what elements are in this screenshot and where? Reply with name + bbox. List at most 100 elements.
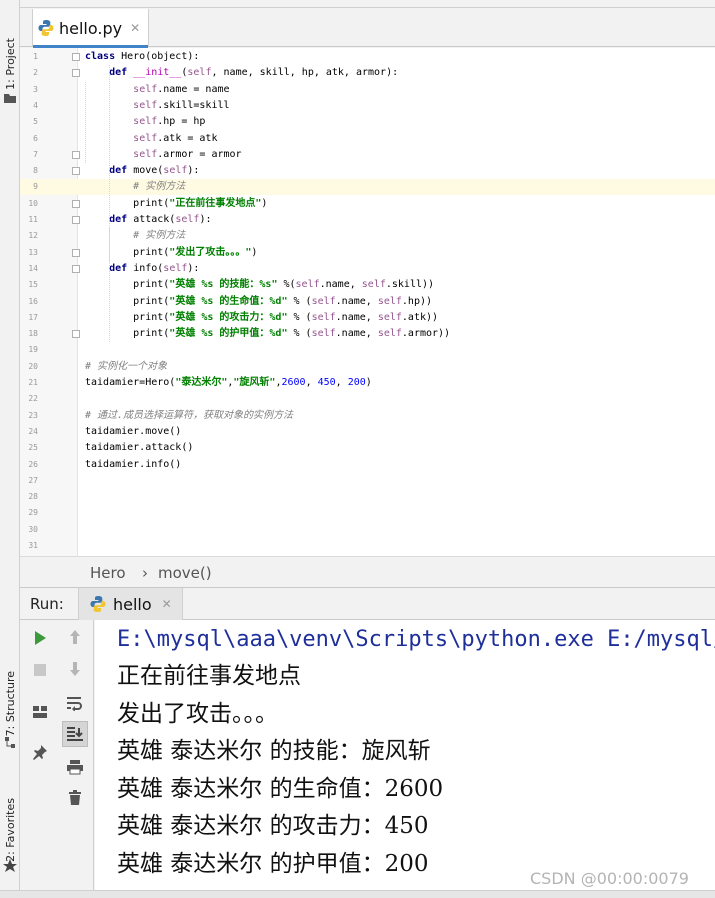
code-line: print("正在前往事发地点") (85, 196, 267, 212)
layout-icon (33, 706, 47, 718)
code-row[interactable]: def attack(self): (78, 212, 715, 228)
folder-icon (4, 94, 16, 103)
breadcrumb-method[interactable]: move() (158, 564, 212, 582)
code-row[interactable]: print("发出了攻击。。。") (78, 245, 715, 261)
code-area[interactable]: class Hero(object): def __init__(self, n… (78, 48, 715, 556)
python-file-icon (90, 596, 106, 612)
breadcrumb-class[interactable]: Hero (90, 564, 126, 582)
code-row[interactable]: print("英雄 %s 的技能：%s" %(self.name, self.s… (78, 277, 715, 293)
run-config-tab[interactable]: hello ✕ (78, 588, 183, 620)
code-row[interactable] (78, 342, 715, 358)
code-row[interactable]: # 实例化一个对象 (78, 359, 715, 375)
code-token: 200 (347, 377, 366, 388)
code-token: %( (277, 279, 296, 291)
print-button[interactable] (62, 754, 88, 780)
code-token: .name, (335, 311, 378, 323)
code-token: , (305, 377, 318, 388)
stop-button[interactable] (27, 657, 53, 683)
code-token: move( (133, 165, 164, 177)
code-row[interactable]: self.hp = hp (78, 114, 715, 130)
layout-button[interactable] (27, 699, 53, 725)
code-line: self.hp = hp (85, 114, 205, 130)
code-row[interactable]: self.skill=skill (78, 98, 715, 114)
clear-all-button[interactable] (62, 785, 88, 811)
code-editor[interactable]: 1 2 3 4 5 6 7 8 9 10 11 12 13 14 15 16 17 18 19 20 21 22 23 24 2… (20, 48, 715, 556)
code-row[interactable]: self.name = name (78, 82, 715, 98)
print-icon (67, 760, 83, 775)
code-row[interactable]: taidamier=Hero("泰达米尔","旋风斩",2600, 450, 2… (78, 375, 715, 391)
code-row[interactable] (78, 522, 715, 538)
code-token: , (335, 377, 348, 388)
code-row[interactable]: print("英雄 %s 的生命值：%d" % (self.name, self… (78, 294, 715, 310)
code-row[interactable]: taidamier.info() (78, 457, 715, 473)
code-line: class Hero(object): (85, 49, 199, 65)
line-number: 21 (28, 378, 38, 387)
ide-window: 1: Project 7: Structure 2: Favorites hel… (0, 0, 715, 898)
code-token: print( (85, 197, 170, 209)
code-row[interactable]: print("正在前往事发地点") (78, 196, 715, 212)
code-row[interactable]: self.armor = armor (78, 147, 715, 163)
navigation-bar (20, 0, 715, 8)
trash-icon (69, 790, 81, 805)
soft-wrap-button[interactable] (62, 690, 88, 716)
console-output-line: 英雄 泰达米尔 的技能：旋风斩 (117, 738, 431, 764)
code-row[interactable]: taidamier.attack() (78, 440, 715, 456)
code-token: taidamier.attack() (85, 442, 194, 454)
scroll-to-end-button[interactable] (62, 721, 88, 747)
code-row[interactable]: # 实例方法 (78, 179, 715, 196)
code-row[interactable]: def __init__(self, name, skill, hp, atk,… (78, 65, 715, 81)
line-number: 25 (28, 443, 38, 453)
rerun-button[interactable] (27, 625, 53, 651)
console-output-line: 发出了攻击。。。 (117, 701, 278, 727)
previous-occurrence-button[interactable] (62, 624, 88, 650)
console-command-line: E:\mysql\aaa\venv\Scripts\python.exe E:/… (117, 627, 715, 652)
console-output-line: 英雄 泰达米尔 的护甲值：200 (117, 851, 429, 877)
code-breadcrumb: Hero › move() (20, 556, 715, 588)
code-token: "英雄 %s 的技能：%s" (169, 279, 278, 291)
code-row[interactable] (78, 489, 715, 505)
code-row[interactable]: print("英雄 %s 的攻击力：%d" % (self.name, self… (78, 310, 715, 326)
code-token: self (133, 148, 158, 160)
code-line: # 实例方法 (85, 179, 185, 195)
line-number: 27 (28, 475, 38, 485)
code-line: taidamier.attack() (85, 440, 193, 456)
line-number-gutter: 1 2 3 4 5 6 7 8 9 10 11 12 13 14 15 16 17 18 19 20 21 22 23 24 2… (20, 48, 80, 556)
run-tab-label: hello (113, 594, 152, 614)
code-row[interactable]: taidamier.move() (78, 424, 715, 440)
code-token: self (163, 262, 188, 274)
code-row[interactable] (78, 505, 715, 521)
code-token: self (311, 328, 336, 340)
code-row[interactable]: self.atk = atk (78, 131, 715, 147)
code-token: taidamier.move() (85, 425, 182, 437)
code-row[interactable]: def move(self): (78, 163, 715, 179)
pin-button[interactable] (27, 739, 53, 765)
code-token: ) (261, 197, 268, 209)
code-token: .armor = armor (157, 148, 242, 160)
line-number: 23 (28, 410, 38, 420)
code-token: .name, (335, 295, 378, 307)
code-token: taidamier.info() (85, 458, 182, 470)
code-row[interactable]: # 通过.成员选择运算符，获取对象的实例方法 (78, 408, 715, 424)
code-row[interactable] (78, 538, 715, 554)
code-row[interactable]: class Hero(object): (78, 49, 715, 65)
next-occurrence-button[interactable] (62, 656, 88, 682)
editor-tab-hello-py[interactable]: hello.py ✕ (32, 9, 150, 48)
code-row[interactable]: print("英雄 %s 的护甲值：%d" % (self.name, self… (78, 326, 715, 342)
line-number: 1 (33, 52, 38, 61)
close-icon[interactable]: ✕ (162, 597, 172, 611)
line-number: 17 (28, 312, 38, 322)
code-line: def __init__(self, name, skill, hp, atk,… (85, 65, 398, 81)
code-row[interactable]: # 实例方法 (78, 228, 715, 244)
code-row[interactable] (78, 473, 715, 489)
indent-guide (109, 179, 110, 212)
code-line: self.skill=skill (85, 98, 229, 114)
line-number: 15 (28, 280, 38, 290)
code-row[interactable]: def info(self): (78, 261, 715, 277)
line-number: 2 (33, 68, 38, 78)
code-row[interactable] (78, 391, 715, 407)
line-number: 29 (28, 508, 38, 518)
close-icon[interactable]: ✕ (130, 21, 140, 35)
line-number: 28 (28, 492, 38, 502)
run-console[interactable]: E:\mysql\aaa\venv\Scripts\python.exe E:/… (95, 620, 715, 890)
